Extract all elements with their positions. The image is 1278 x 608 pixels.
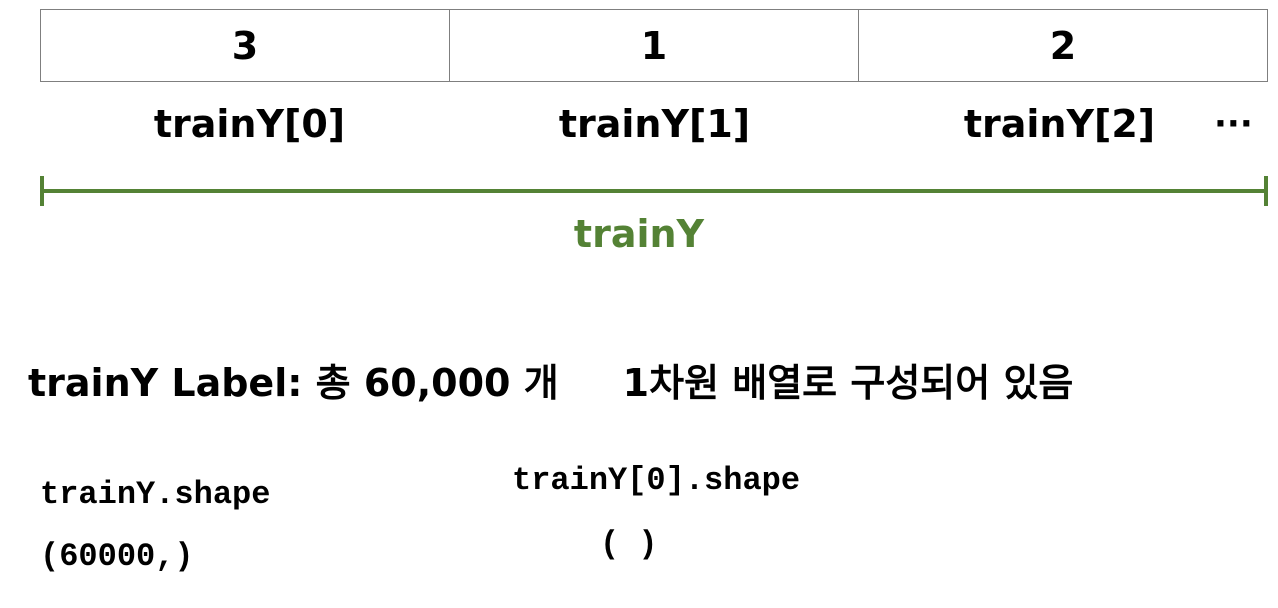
array-cell-2: 2 [1049,23,1077,68]
summary-line: trainY Label: 총 60,000 개 1차원 배열로 구성되어 있음 [28,352,1073,407]
array-cell-0: 3 [41,10,450,81]
index-label-1: trainY[1] [558,102,751,146]
code-element-shape-result: ( ) [600,526,658,563]
range-label: trainY [573,212,705,256]
array-cells: 3 1 2 [40,9,1268,82]
index-label-2: trainY[2] [963,102,1156,146]
array-cell-1: 1 [450,10,859,81]
range-bracket [40,176,1268,206]
index-label-0: trainY[0] [153,102,346,146]
code-shape-expr: trainY.shape [40,476,271,513]
code-shape-result: (60000,) [40,538,194,575]
summary-structure: 1차원 배열로 구성되어 있음 [622,361,1074,405]
continuation-ellipsis: ··· [1214,104,1253,144]
code-element-shape-expr: trainY[0].shape [512,462,801,499]
summary-count: trainY Label: 총 60,000 개 [28,361,559,405]
